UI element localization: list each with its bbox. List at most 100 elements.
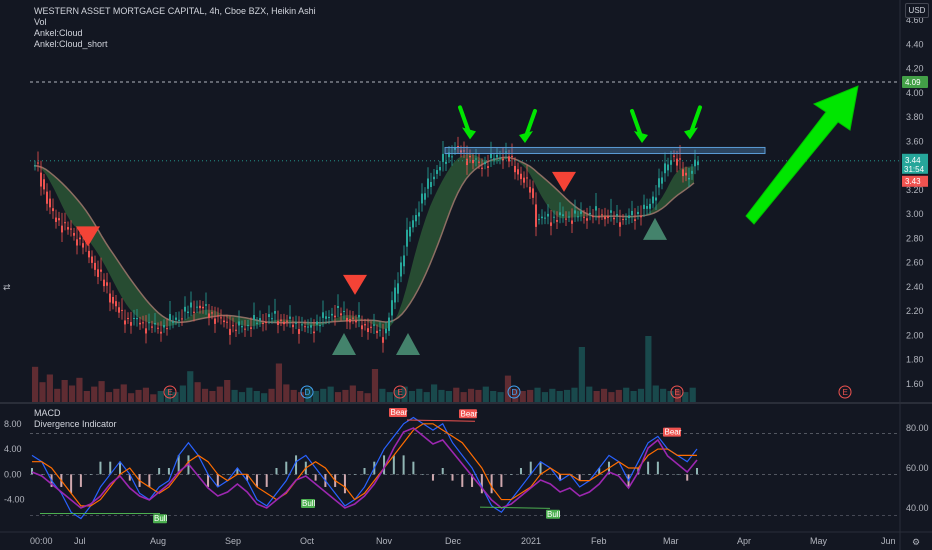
candle-body [142,322,144,324]
candle-body [166,328,168,330]
candle-body [559,212,561,216]
candle-body [400,262,402,277]
volume-bar [179,385,186,402]
price-tick: 2.60 [906,258,924,268]
macd-hist-bar [79,474,82,487]
candle-body [517,169,519,175]
candle-body [115,301,117,307]
candle-body [583,216,585,218]
event-label: E [168,388,173,397]
volume-bar [142,387,150,402]
main-legend: WESTERN ASSET MORTGAGE CAPITAL, 4h, Cboe… [34,6,316,50]
candle-body [424,193,426,200]
volume-bar [327,386,334,402]
candle-body [436,170,438,174]
volume-bar [586,386,593,402]
candle-body [55,217,57,222]
macd-hist-bar [255,474,258,487]
candle-body [394,287,396,303]
macd-hist-bar [353,474,356,475]
candle-body [349,319,351,323]
volume-bar [68,385,76,402]
candle-body [376,330,378,333]
macd-hist-bar [392,455,395,475]
candle-body [268,314,270,318]
candle-body [427,178,429,189]
volume-bar [334,392,342,402]
volume-bar [556,391,563,402]
candle-body [382,337,384,343]
candle-body [634,219,636,221]
volume-bar [549,388,556,402]
candle-body [61,225,63,233]
candle-body [325,316,327,319]
candle-body [478,161,480,163]
candle-body [616,214,618,216]
candle-body [610,210,612,213]
legend-vol: Vol [34,17,47,27]
volume-bar [534,387,541,402]
volume-bar [128,393,135,402]
macd-hist-bar [363,468,366,475]
candle-body [253,315,255,320]
candle-body [418,212,420,217]
currency-button[interactable]: USD [905,3,929,18]
candle-body [391,300,393,316]
volume-bar [246,387,253,402]
volume-bar [571,387,578,402]
volume-bar [268,388,275,402]
volume-bar [578,347,585,402]
volume-bar [224,380,231,402]
price-tick: 3.80 [906,112,924,122]
event-label: D [512,388,518,397]
volume-bar [312,391,319,402]
macd-hist-bar [686,474,689,481]
candle-body [319,325,321,327]
candle-body [595,206,597,211]
event-label: E [843,388,848,397]
candle-body [697,161,699,166]
candle-body [676,158,678,166]
candle-body [430,182,432,187]
candle-body [529,186,531,193]
candle-body [70,228,72,230]
lower-price-label: 3.43 [905,177,921,186]
candle-body [298,329,300,334]
time-tick: May [810,536,828,546]
candle-body [589,212,591,215]
candle-body [127,317,129,319]
macd-hist-bar [148,474,151,487]
volume-bar [630,391,637,402]
macd-hist-bar [461,474,464,487]
candle-body [655,197,657,201]
volume-bar [519,391,526,402]
candle-body [241,326,243,328]
candle-body [277,321,279,325]
candle-body [175,317,177,320]
volume-bar [54,388,61,402]
candle-body [40,172,42,187]
candle-body [259,318,261,321]
legend-cloud-short: Ankel:Cloud_short [34,39,108,49]
candle-body [223,320,225,323]
candle-body [169,314,171,321]
rsi-tick: 80.00 [906,423,929,433]
price-tick: 2.80 [906,233,924,243]
candle-body [112,296,114,304]
event-label: E [675,388,680,397]
candle-body [388,317,390,331]
candle-body [124,320,126,325]
candle-body [607,216,609,218]
candle-body [205,304,207,306]
candle-body [154,322,156,325]
candle-body [532,188,534,198]
candle-body [130,322,132,326]
chart-canvas[interactable]: 4.604.404.204.003.803.603.403.203.002.80… [0,0,932,550]
candle-body [667,164,669,171]
candle-body [475,158,477,160]
candle-body [361,325,363,330]
price-tick: 2.40 [906,282,924,292]
candle-body [556,220,558,222]
macd-hist-bar [490,474,493,494]
volume-bar [652,385,659,402]
